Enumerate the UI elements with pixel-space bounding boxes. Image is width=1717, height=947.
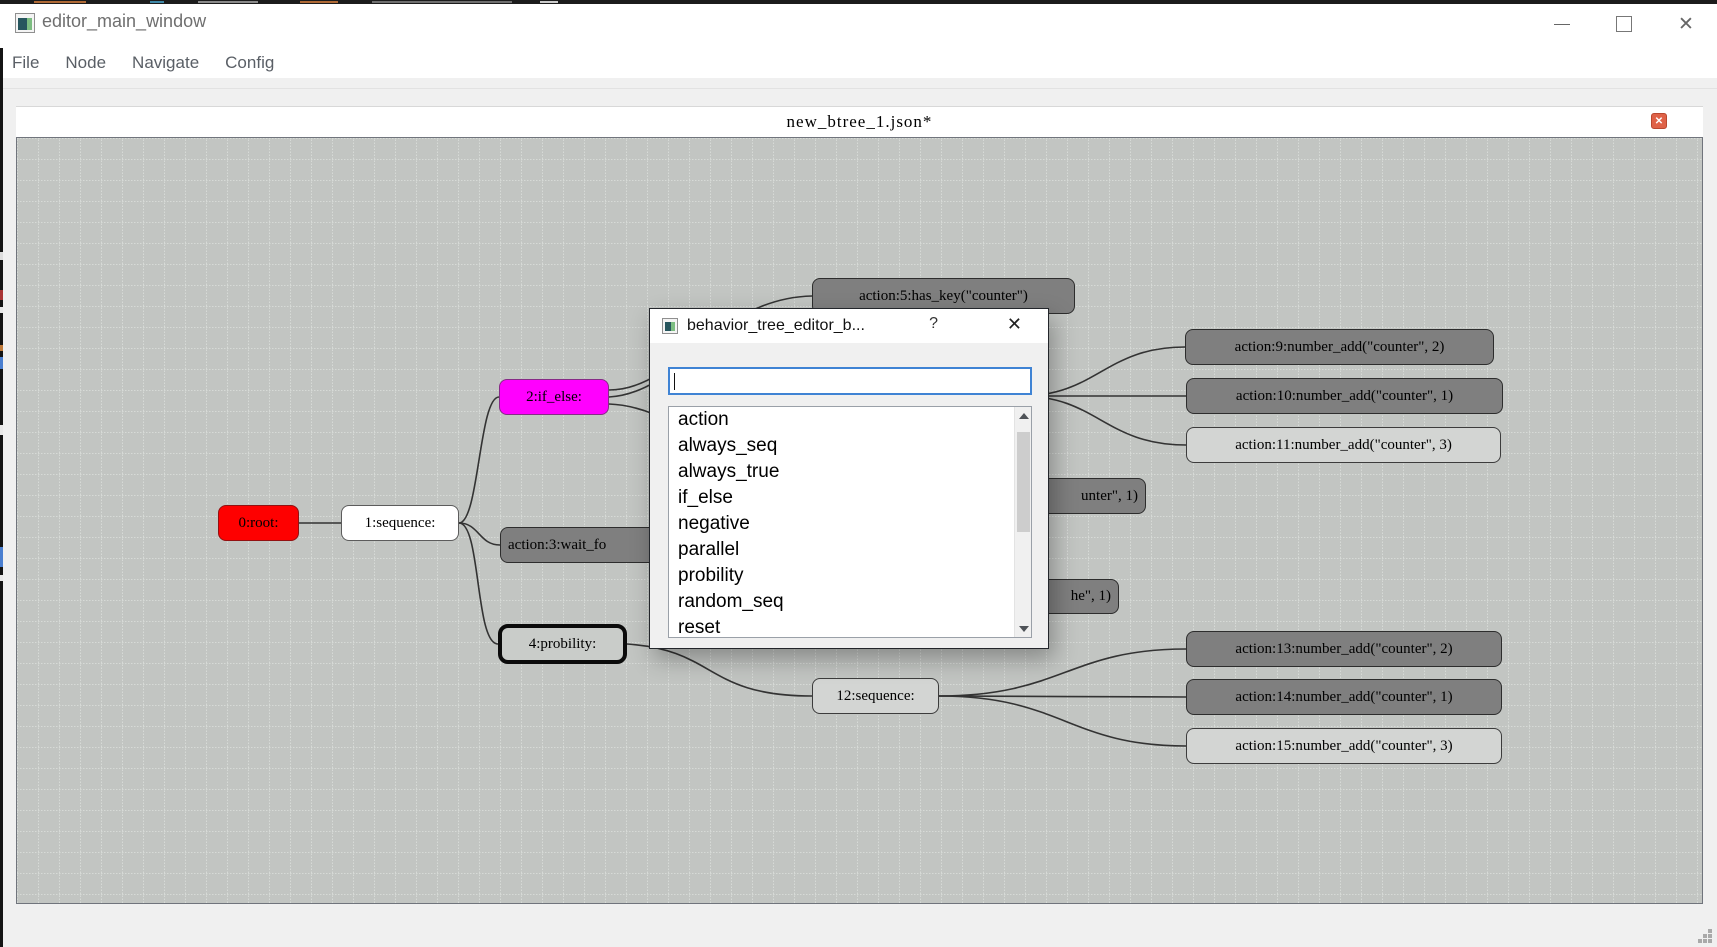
minimize-button[interactable]	[1531, 0, 1593, 48]
list-item-probility[interactable]: probility	[669, 563, 1031, 589]
dialog-title: behavior_tree_editor_b...	[687, 317, 917, 335]
tree-edge	[627, 644, 812, 696]
tree-node-11[interactable]: action:11:number_add("counter", 3)	[1186, 427, 1501, 463]
divider	[0, 88, 1717, 89]
tree-node-0[interactable]: 0:root:	[218, 505, 299, 541]
background-fragment	[0, 547, 3, 567]
tree-edge	[939, 649, 1186, 696]
list-item-action[interactable]: action	[669, 407, 1031, 433]
dialog-titlebar[interactable]: behavior_tree_editor_b... ? ✕	[650, 309, 1048, 343]
tree-node-12[interactable]: 12:sequence:	[812, 678, 939, 714]
list-item-always_seq[interactable]: always_seq	[669, 433, 1031, 459]
tree-node-14[interactable]: action:14:number_add("counter", 1)	[1186, 679, 1502, 715]
list-item-negative[interactable]: negative	[669, 511, 1031, 537]
tree-edge	[939, 696, 1186, 697]
menu-item-node[interactable]: Node	[65, 53, 106, 73]
menu-item-navigate[interactable]: Navigate	[132, 53, 199, 73]
list-item-parallel[interactable]: parallel	[669, 537, 1031, 563]
background-fragment	[372, 1, 512, 3]
tab-bar: new_btree_1.json* ✕	[16, 106, 1703, 137]
tree-node-9[interactable]: action:9:number_add("counter", 2)	[1185, 329, 1494, 365]
list-item-reset[interactable]: reset	[669, 615, 1031, 638]
scroll-down-icon	[1019, 626, 1029, 632]
tree-node-15[interactable]: action:15:number_add("counter", 3)	[1186, 728, 1502, 764]
list-item-if_else[interactable]: if_else	[669, 485, 1031, 511]
node-picker-dialog: behavior_tree_editor_b... ? ✕ actionalwa…	[649, 308, 1049, 649]
background-fragment	[0, 307, 3, 313]
background-fragment	[0, 425, 3, 435]
window-controls: ✕	[1531, 0, 1717, 48]
list-item-random_seq[interactable]: random_seq	[669, 589, 1031, 615]
tree-node-1[interactable]: 1:sequence:	[341, 505, 459, 541]
resize-grip[interactable]	[1698, 929, 1712, 943]
tree-node-3[interactable]: action:3:wait_fo	[500, 527, 670, 563]
background-fragment	[300, 1, 338, 3]
screen: editor_main_window ✕ File Node Navigate Con…	[0, 0, 1717, 947]
minimize-icon	[1554, 24, 1570, 25]
tree-edge	[459, 397, 499, 523]
background-window-sliver-left	[0, 48, 3, 947]
text-caret	[674, 373, 675, 390]
background-fragment	[0, 290, 3, 300]
tab-close-button[interactable]: ✕	[1651, 113, 1667, 129]
maximize-button[interactable]	[1593, 0, 1655, 48]
tree-node-10[interactable]: action:10:number_add("counter", 1)	[1186, 378, 1503, 414]
background-fragment	[150, 1, 164, 3]
tree-node-4[interactable]: 4:probility:	[498, 624, 627, 664]
node-type-list[interactable]: actionalways_seqalways_trueif_elsenegati…	[668, 406, 1032, 638]
menu-bar: File Node Navigate Config	[0, 48, 1717, 78]
tab-close-icon: ✕	[1655, 116, 1663, 127]
scroll-up-button[interactable]	[1015, 407, 1032, 424]
tree-node-13[interactable]: action:13:number_add("counter", 2)	[1186, 631, 1502, 667]
background-fragment	[0, 345, 3, 351]
background-fragment	[34, 1, 86, 3]
scroll-down-button[interactable]	[1015, 620, 1032, 637]
tree-node-2[interactable]: 2:if_else:	[499, 379, 609, 415]
background-fragment	[0, 575, 3, 581]
menu-item-file[interactable]: File	[12, 53, 39, 73]
dialog-help-button[interactable]: ?	[929, 315, 938, 333]
background-fragment	[540, 1, 558, 3]
node-search-input[interactable]	[668, 367, 1032, 395]
scroll-up-icon	[1019, 413, 1029, 419]
background-fragment	[198, 1, 258, 3]
close-icon: ✕	[1678, 13, 1694, 36]
dialog-close-button[interactable]: ✕	[1007, 314, 1022, 335]
tree-edge	[459, 523, 498, 644]
background-fragment	[0, 252, 3, 260]
app-icon	[15, 13, 35, 33]
tab-title[interactable]: new_btree_1.json*	[16, 112, 1703, 132]
maximize-icon	[1616, 16, 1632, 32]
tree-edge	[939, 696, 1186, 746]
close-button[interactable]: ✕	[1655, 0, 1717, 48]
dialog-icon	[662, 318, 678, 334]
menu-item-config[interactable]: Config	[225, 53, 274, 73]
window-titlebar: editor_main_window ✕	[0, 0, 1717, 48]
window-title: editor_main_window	[42, 11, 206, 32]
list-item-always_true[interactable]: always_true	[669, 459, 1031, 485]
background-fragment	[0, 357, 3, 369]
scrollbar-thumb[interactable]	[1017, 432, 1030, 532]
list-scrollbar[interactable]	[1014, 407, 1031, 637]
